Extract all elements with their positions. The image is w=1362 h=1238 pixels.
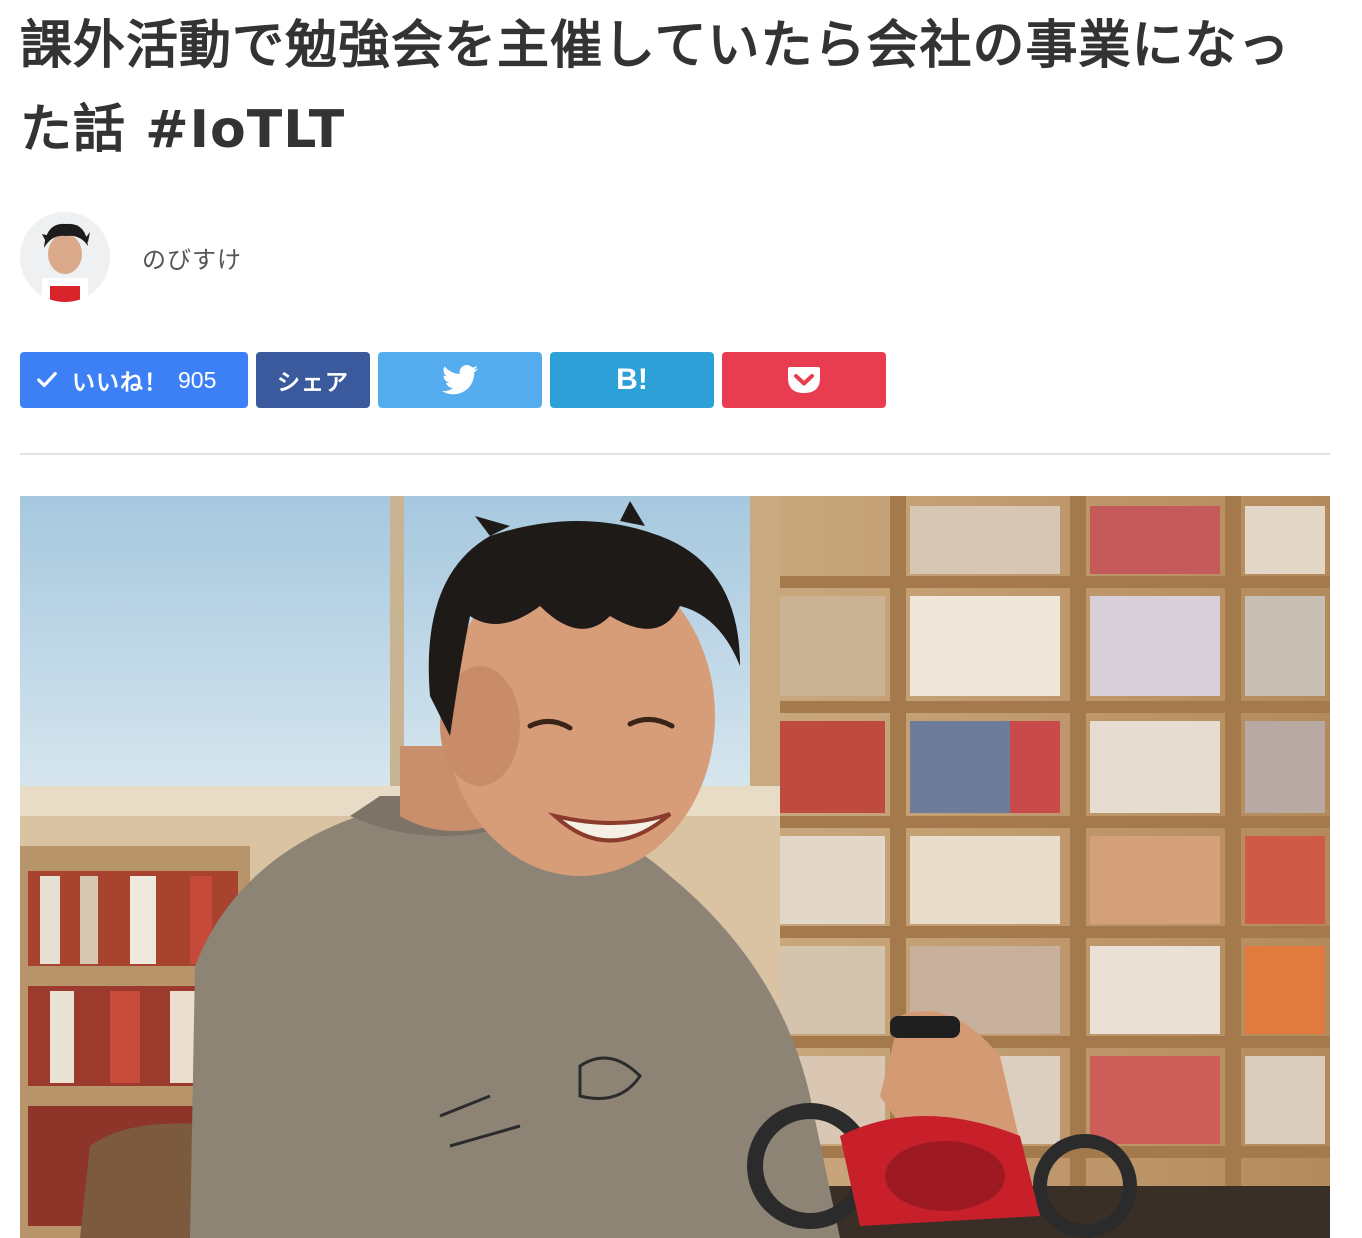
facebook-share-button[interactable]: シェア [256, 352, 370, 408]
section-divider [20, 453, 1330, 455]
article-title: 課外活動で勉強会を主催していたら会社の事業になった話 #IoTLT [20, 16, 1291, 160]
twitter-bird-icon [442, 365, 478, 395]
author-info[interactable]: のびすけ [20, 212, 242, 302]
author-avatar[interactable] [20, 212, 110, 302]
twitter-share-button[interactable] [378, 352, 542, 408]
like-label: いいね！ [72, 370, 168, 396]
author-name[interactable]: のびすけ [142, 240, 242, 275]
like-count: 905 [178, 366, 217, 393]
hatena-bookmark-button[interactable]: B! [550, 352, 714, 408]
hatena-label: B! [616, 363, 648, 396]
pocket-icon [788, 367, 820, 393]
hero-photo [20, 496, 1330, 1238]
article: 課外活動で勉強会を主催していたら会社の事業になった話 #IoTLT のびすけ い… [20, 0, 1330, 1238]
like-button[interactable]: いいね！ 905 [20, 352, 248, 408]
pocket-button[interactable] [722, 352, 886, 408]
share-label: シェア [277, 370, 349, 396]
check-icon [37, 371, 57, 388]
share-bar: いいね！ 905 シェア B! [20, 352, 886, 408]
